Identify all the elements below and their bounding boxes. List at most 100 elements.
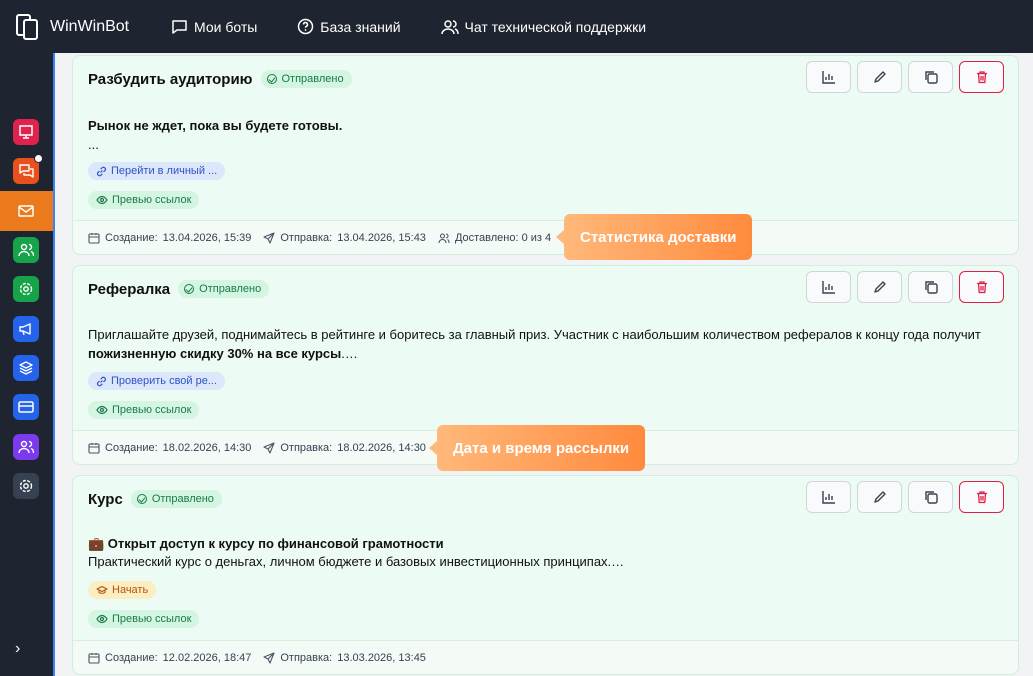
- pencil-icon: [873, 71, 886, 83]
- created-meta: Создание: 12.02.2026, 18:47: [88, 652, 251, 664]
- created-value: 18.02.2026, 14:30: [162, 441, 252, 454]
- button-chip[interactable]: Начать: [88, 581, 157, 599]
- message-line: Рынок не ждет, пока вы будете готовы.: [88, 118, 343, 133]
- settings-icon: [19, 479, 33, 493]
- pencil-icon: [873, 491, 886, 503]
- sidebar-item-broadcasts[interactable]: [13, 316, 39, 342]
- message-bold: пожизненную скидку 30% на все курсы: [88, 346, 342, 361]
- sent-value: 18.02.2026, 14:30: [337, 441, 426, 454]
- brand[interactable]: WinWinBot: [16, 13, 171, 40]
- status-badge: Отправлено: [260, 70, 352, 88]
- calendar-icon: [88, 652, 100, 664]
- check-circle-icon: [136, 494, 147, 504]
- mailing-card: Курс Отправлено 💼 Открыт доступ к курсу …: [72, 475, 1019, 675]
- message-line: пожизненную скидку 30% на все курсы.…: [88, 344, 998, 363]
- sent-label: Отправка:: [280, 651, 333, 664]
- copy-button[interactable]: [908, 481, 953, 513]
- message-line: Практический курс о деньгах, личном бюдж…: [88, 554, 625, 569]
- sidebar-item-presentations[interactable]: [13, 119, 39, 145]
- sent-meta: Отправка: 18.02.2026, 14:30: [263, 442, 426, 454]
- nav-knowledge-base[interactable]: База знаний: [297, 18, 401, 35]
- card-title: Рефералка: [88, 280, 171, 298]
- card-actions: [800, 481, 1004, 513]
- mailings-list: Разбудить аудиторию Отправлено Рынок не …: [53, 53, 1033, 676]
- edit-button[interactable]: [857, 271, 902, 303]
- stats-button[interactable]: [806, 271, 851, 303]
- datetime-tooltip: Дата и время рассылки: [428, 425, 646, 471]
- check-circle-icon: [266, 74, 277, 84]
- sidebar-item-payments[interactable]: [13, 394, 39, 420]
- sidebar-item-audience[interactable]: [13, 237, 39, 263]
- users-icon: [438, 232, 450, 243]
- sent-meta: Отправка: 13.03.2026, 13:45: [263, 652, 426, 664]
- mailing-card: Разбудить аудиторию Отправлено Рынок не …: [72, 55, 1019, 255]
- sidebar-item-mailings[interactable]: [13, 198, 39, 224]
- chat-icon: [172, 19, 187, 34]
- sidebar-item-settings[interactable]: [13, 473, 39, 499]
- nav-my-bots[interactable]: Мои боты: [171, 19, 257, 35]
- button-chip[interactable]: Проверить свой ре...: [88, 372, 226, 390]
- message-rest: .…: [341, 346, 358, 361]
- delivery-stats-tooltip: Статистика доставки: [555, 214, 753, 260]
- help-icon: [298, 18, 314, 35]
- bar-chart-icon: [821, 491, 835, 504]
- created-value: 13.04.2026, 15:39: [162, 231, 252, 244]
- sidebar-item-layers[interactable]: [13, 355, 39, 381]
- check-circle-icon: [184, 284, 195, 294]
- preview-toggle[interactable]: Превью ссылок: [88, 401, 200, 419]
- preview-toggle-label: Превью ссылок: [112, 404, 192, 416]
- button-chip-label: Перейти в личный ...: [111, 165, 218, 177]
- copy-button[interactable]: [908, 271, 953, 303]
- nav-support-chat[interactable]: Чат технической поддержки: [440, 19, 646, 35]
- trash-icon: [976, 491, 987, 504]
- nav-my-bots-label: Мои боты: [194, 18, 258, 35]
- preview-toggle[interactable]: Превью ссылок: [88, 610, 200, 628]
- sidebar-item-team[interactable]: [13, 434, 39, 460]
- sidebar-expand-button[interactable]: ›: [15, 640, 20, 658]
- eye-icon: [96, 195, 108, 205]
- card-footer: Создание: 13.04.2026, 15:39 Отправка: 13.0…: [73, 220, 1018, 254]
- edit-button[interactable]: [857, 481, 902, 513]
- card-actions: [800, 271, 1004, 303]
- sent-value: 13.04.2026, 15:43: [337, 231, 426, 244]
- edit-button[interactable]: [857, 61, 902, 93]
- link-icon: [97, 376, 106, 386]
- top-bar: WinWinBot Мои боты База знаний Чат техни…: [0, 0, 1033, 53]
- user-group-icon: [18, 440, 34, 454]
- status-badge: Отправлено: [130, 490, 222, 508]
- stats-button[interactable]: [806, 61, 851, 93]
- preview-toggle[interactable]: Превью ссылок: [88, 191, 200, 209]
- button-chip-label: Проверить свой ре...: [111, 375, 218, 387]
- delete-button[interactable]: [959, 481, 1004, 513]
- users-icon: [440, 19, 459, 34]
- send-icon: [263, 231, 275, 244]
- button-chip[interactable]: Перейти в личный ...: [88, 162, 226, 180]
- created-value: 12.02.2026, 18:47: [162, 651, 252, 664]
- copy-button[interactable]: [908, 61, 953, 93]
- mail-icon: [18, 205, 34, 217]
- presentation-icon: [19, 125, 33, 139]
- delete-button[interactable]: [959, 271, 1004, 303]
- logo-icon: [16, 13, 38, 40]
- megaphone-icon: [19, 323, 31, 336]
- card-icon: [18, 401, 34, 413]
- copy-icon: [924, 71, 938, 84]
- sidebar-item-messages[interactable]: [13, 154, 43, 184]
- copy-icon: [924, 491, 938, 504]
- bar-chart-icon: [821, 281, 835, 294]
- calendar-icon: [88, 442, 100, 454]
- stats-button[interactable]: [806, 481, 851, 513]
- card-header: Разбудить аудиторию Отправлено: [88, 70, 352, 88]
- card-header: Рефералка Отправлено: [88, 280, 270, 298]
- pencil-icon: [873, 281, 886, 293]
- sidebar-item-automation[interactable]: [13, 276, 39, 302]
- app-title: WinWinBot: [50, 17, 130, 35]
- copy-icon: [924, 281, 938, 294]
- created-label: Создание:: [105, 651, 158, 664]
- delete-button[interactable]: [959, 61, 1004, 93]
- preview-toggle-label: Превью ссылок: [112, 613, 192, 625]
- eye-icon: [96, 614, 108, 624]
- link-icon: [97, 166, 106, 176]
- calendar-icon: [88, 232, 100, 244]
- button-chip-label: Начать: [112, 584, 149, 596]
